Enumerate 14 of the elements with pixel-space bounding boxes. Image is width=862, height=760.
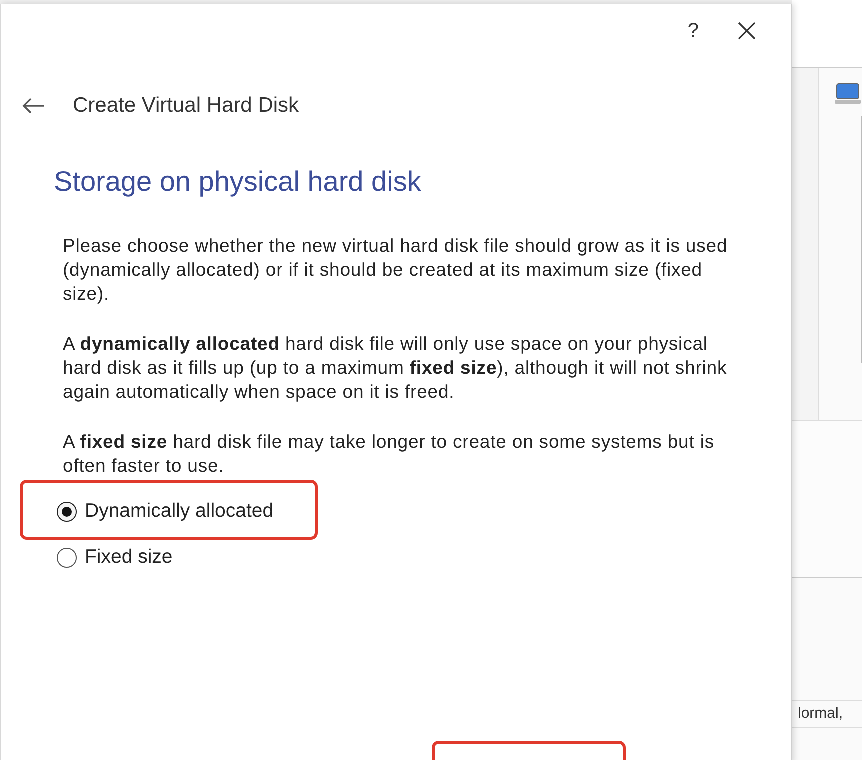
close-icon[interactable] [737, 21, 757, 41]
description-text: A fixed size hard disk file may take longer to create on some systems but is often faster to use. [63, 430, 716, 478]
radio-option[interactable]: Dynamically allocated [57, 500, 274, 523]
page-heading: Storage on physical hard disk [54, 166, 422, 198]
status-text: lormal, [798, 705, 844, 722]
back-arrow-icon[interactable] [21, 97, 45, 115]
help-button[interactable]: ? [688, 20, 699, 42]
radio-button[interactable] [57, 502, 77, 522]
description-text: A dynamically allocated hard disk file will only use space on your physical hard disk as it fills up (up to a maximum fixed size), although it will not shrink again automatically when space on it is freed. [63, 332, 728, 404]
monitor-icon [835, 82, 861, 106]
description-text: Please choose whether the new virtual hard disk file should grow as it is used (dynamically allocated) or if it should be created at its maximum size (fixed size). [63, 234, 729, 306]
radio-option[interactable]: Fixed size [57, 546, 173, 569]
radio-button[interactable] [57, 548, 77, 568]
dialog-title: Create Virtual Hard Disk [73, 94, 300, 118]
